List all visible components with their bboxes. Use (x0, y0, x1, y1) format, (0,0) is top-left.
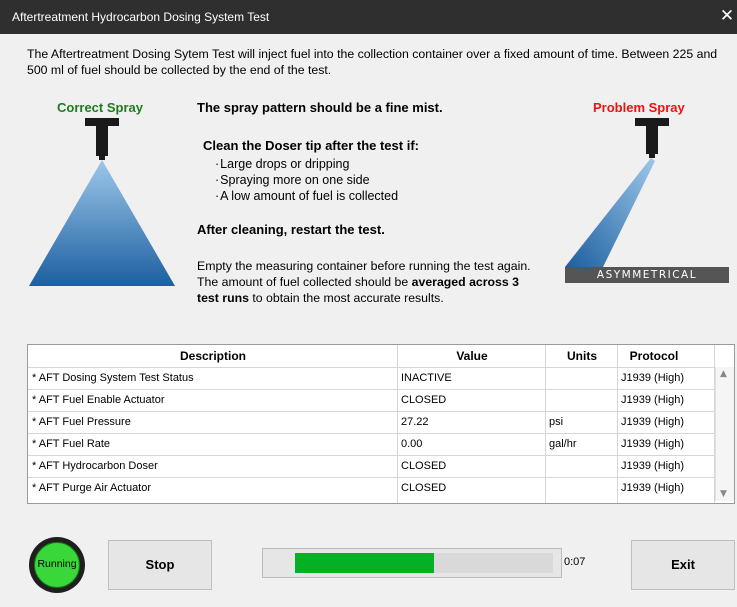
scroll-down-icon[interactable]: ▼ (720, 489, 727, 499)
cell-description: * AFT Purge Air Actuator (32, 482, 152, 494)
close-icon[interactable]: ✕ (719, 6, 735, 26)
cell-description: * AFT Fuel Pressure (32, 416, 131, 428)
cell-protocol: J1939 (High) (621, 460, 684, 472)
table-row[interactable]: * AFT Fuel Pressure 27.22 psi J1939 (Hig… (28, 411, 714, 433)
instructions-text-2: to obtain the most accurate results. (248, 291, 444, 305)
cell-value: 27.22 (401, 416, 429, 428)
test-progress-bar (262, 548, 562, 578)
cell-units: psi (549, 416, 564, 428)
title-bar: Aftertreatment Hydrocarbon Dosing System… (0, 0, 737, 34)
cell-value: CLOSED (401, 460, 447, 472)
progress-fill (295, 553, 435, 573)
status-label: Running (37, 558, 77, 570)
table-row[interactable]: * AFT Fuel Rate 0.00 gal/hr J1939 (High) (28, 433, 714, 455)
table-row[interactable]: * AFT Dosing System Test Status INACTIVE… (28, 367, 714, 389)
table-row[interactable]: * AFT Hydrocarbon Doser CLOSED J1939 (Hi… (28, 455, 714, 477)
running-status-indicator: Running (29, 537, 85, 593)
table-row[interactable]: * AFT Purge Air Actuator CLOSED J1939 (H… (28, 477, 714, 499)
restart-heading: After cleaning, restart the test. (197, 222, 385, 237)
parameters-table: Description Value Units Protocol * AFT D… (27, 344, 735, 504)
correct-spray-label: Correct Spray (57, 100, 143, 115)
cell-description: * AFT Dosing System Test Status (32, 372, 194, 384)
table-scrollbar[interactable]: ▲ ▼ (715, 367, 734, 501)
cell-protocol: J1939 (High) (621, 482, 684, 494)
cell-protocol: J1939 (High) (621, 394, 684, 406)
table-row[interactable]: * AFT Fuel Enable Actuator CLOSED J1939 … (28, 389, 714, 411)
cell-description: * AFT Fuel Rate (32, 438, 111, 450)
dosing-test-window: Aftertreatment Hydrocarbon Dosing System… (0, 0, 737, 607)
cell-value: CLOSED (401, 394, 447, 406)
elapsed-time: 0:07 (564, 556, 586, 568)
spray-pattern-heading: The spray pattern should be a fine mist. (197, 100, 443, 115)
column-header-units[interactable]: Units (546, 349, 618, 363)
cell-units: gal/hr (549, 438, 577, 450)
list-item: Spraying more on one side (215, 172, 398, 188)
cell-description: * AFT Fuel Enable Actuator (32, 394, 165, 406)
problem-spray-label: Problem Spray (593, 100, 685, 115)
window-title: Aftertreatment Hydrocarbon Dosing System… (12, 10, 270, 24)
cell-value: 0.00 (401, 438, 423, 450)
cell-value: CLOSED (401, 482, 447, 494)
column-header-description[interactable]: Description (28, 349, 398, 363)
column-header-protocol[interactable]: Protocol (618, 349, 690, 363)
cell-description: * AFT Hydrocarbon Doser (32, 460, 158, 472)
cell-protocol: J1939 (High) (621, 372, 684, 384)
clean-doser-heading: Clean the Doser tip after the test if: (203, 138, 419, 153)
guidance-panel: The spray pattern should be a fine mist.… (197, 100, 557, 305)
list-item: Large drops or dripping (215, 156, 398, 172)
scroll-up-icon[interactable]: ▲ (720, 369, 727, 379)
cell-protocol: J1939 (High) (621, 416, 684, 428)
intro-text: The Aftertreatment Dosing Sytem Test wil… (27, 47, 718, 77)
instructions-paragraph: Empty the measuring container before run… (197, 258, 542, 306)
asymmetrical-badge: ASYMMETRICAL (565, 267, 729, 283)
column-header-value[interactable]: Value (398, 349, 546, 363)
cell-value: INACTIVE (401, 372, 452, 384)
exit-button[interactable]: Exit (631, 540, 735, 590)
cell-protocol: J1939 (High) (621, 438, 684, 450)
list-item: A low amount of fuel is collected (215, 188, 398, 204)
table-header: Description Value Units Protocol (28, 345, 714, 367)
clean-conditions-list: Large drops or dripping Spraying more on… (215, 156, 398, 204)
problem-spray-illustration (565, 118, 669, 267)
correct-spray-illustration (29, 118, 175, 286)
stop-button[interactable]: Stop (108, 540, 212, 590)
progress-track (295, 553, 553, 573)
